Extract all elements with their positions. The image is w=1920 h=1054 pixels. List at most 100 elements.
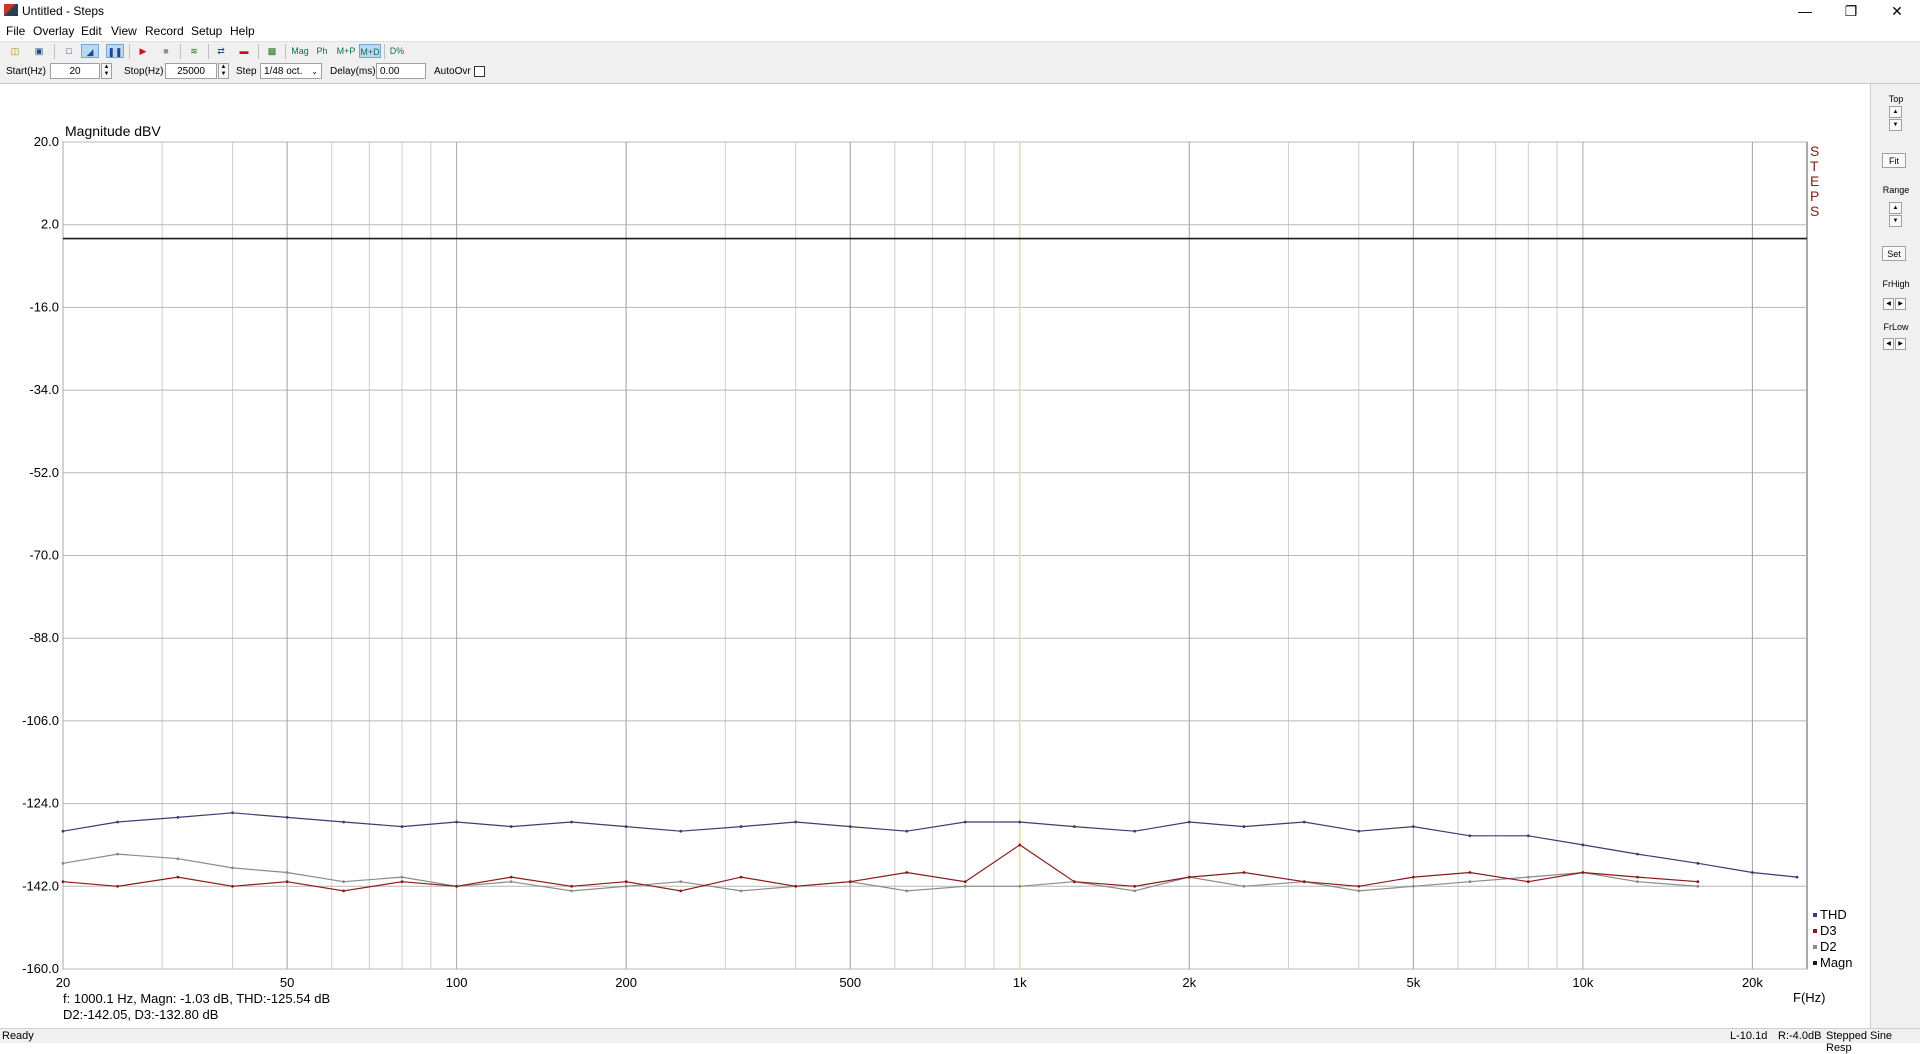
autoovr-checkbox[interactable]	[474, 66, 485, 77]
delay-input[interactable]: 0.00	[376, 63, 426, 79]
mag-distortion-button[interactable]: M+D	[359, 44, 381, 58]
sweep-icon[interactable]: ≋	[185, 44, 203, 58]
data-point-d3	[905, 871, 909, 874]
stop-spinner[interactable]: ▲ ▼	[218, 63, 229, 79]
data-point-thd	[61, 829, 65, 833]
data-point-d3	[61, 880, 65, 884]
play-icon[interactable]: ▶	[134, 44, 152, 58]
data-point-d2	[1018, 884, 1022, 888]
menu-overlay[interactable]: Overlay	[33, 24, 74, 38]
window-title: Untitled - Steps	[22, 4, 105, 18]
menu-help[interactable]: Help	[230, 24, 255, 38]
data-point-d3	[1072, 880, 1076, 884]
frhigh-left-button[interactable]: ◀	[1883, 298, 1894, 310]
x-tick-label: 200	[615, 975, 637, 990]
new-window-icon[interactable]: □	[60, 44, 78, 58]
data-point-d3	[1357, 884, 1361, 888]
data-point-thd	[848, 825, 852, 828]
frlow-left-button[interactable]: ◀	[1883, 338, 1894, 350]
step-value: 1/48 oct.	[264, 66, 303, 77]
right-panel: Top ▲ ▼ Fit Range ▲ ▼ Set FrHigh ◀ ▶ FrL…	[1870, 84, 1920, 1030]
open-folder-icon[interactable]: ◫	[6, 44, 24, 58]
x-tick-label: 10k	[1572, 975, 1593, 990]
step-label: Step	[236, 66, 257, 77]
y-tick-label: -160.0	[22, 961, 59, 976]
menu-setup[interactable]: Setup	[191, 24, 222, 38]
data-point-thd	[1357, 829, 1361, 833]
cursor-tool-icon[interactable]: ◢	[81, 44, 99, 58]
data-point-d2	[1357, 889, 1361, 893]
data-point-thd	[679, 829, 683, 833]
range-up-button[interactable]: ▲	[1889, 202, 1902, 214]
chart-area[interactable]: 20.0 2.0 -16.0 -34.0 -52.0 -70.0 -88.0 -106.0 -1…	[0, 84, 1870, 1030]
data-point-d3	[1581, 871, 1585, 874]
left-level: L-10.1d	[1730, 1030, 1768, 1042]
toolbar-separator	[180, 44, 181, 59]
data-point-thd	[1526, 834, 1530, 838]
start-spinner[interactable]: ▲ ▼	[101, 63, 112, 79]
menu-bar: File Overlay Edit View Record Setup Help	[0, 22, 1920, 41]
data-point-d3	[624, 880, 628, 884]
chart-title: Magnitude dBV	[65, 123, 161, 139]
menu-edit[interactable]: Edit	[81, 24, 102, 38]
mag-phase-button[interactable]: M+P	[334, 44, 358, 58]
data-point-thd	[342, 820, 346, 824]
data-point-thd	[231, 811, 234, 815]
minimize-icon[interactable]: —	[1782, 0, 1828, 22]
stop-input[interactable]: 25000	[165, 63, 217, 79]
title-bar: Untitled - Steps — ❐ ✕	[0, 0, 1920, 22]
brand-letter: T	[1810, 158, 1819, 174]
brand-letter: S	[1810, 143, 1819, 159]
save-icon[interactable]: ▣	[30, 44, 48, 58]
data-point-d2	[739, 889, 743, 893]
data-point-d2	[61, 861, 65, 865]
x-tick-label: 50	[280, 975, 294, 990]
legend-swatch-magn	[1813, 961, 1817, 965]
menu-file[interactable]: File	[6, 24, 25, 38]
data-point-d3	[455, 884, 459, 888]
data-point-thd	[1072, 825, 1076, 828]
y-tick-label: 2.0	[41, 217, 59, 232]
stop-icon[interactable]: ■	[157, 44, 175, 58]
set-button[interactable]: Set	[1882, 246, 1906, 261]
frhigh-right-button[interactable]: ▶	[1895, 298, 1906, 310]
step-select[interactable]: 1/48 oct. ⌄	[260, 63, 322, 79]
data-point-d3	[1468, 871, 1472, 874]
mag-button[interactable]: Mag	[289, 44, 311, 58]
data-point-d2	[624, 884, 628, 888]
top-down-button[interactable]: ▼	[1889, 119, 1902, 131]
restore-icon[interactable]: ❐	[1828, 0, 1874, 22]
x-tick-label: 1k	[1013, 975, 1027, 990]
data-point-thd	[739, 825, 743, 828]
scope-icon[interactable]: ▩	[263, 44, 281, 58]
legend-swatch-d2	[1813, 945, 1817, 949]
top-up-button[interactable]: ▲	[1889, 106, 1902, 118]
phase-button[interactable]: Ph	[313, 44, 331, 58]
frlow-right-button[interactable]: ▶	[1895, 338, 1906, 350]
mode-text: Stepped Sine Resp	[1826, 1030, 1893, 1054]
menu-record[interactable]: Record	[145, 24, 184, 38]
data-point-thd	[1242, 825, 1246, 828]
start-input[interactable]: 20	[50, 63, 100, 79]
data-point-d3	[570, 884, 573, 888]
data-point-d2	[116, 852, 119, 856]
y-tick-label: 20.0	[34, 134, 59, 149]
fit-button[interactable]: Fit	[1882, 153, 1906, 168]
pause-icon[interactable]: ❚❚	[106, 44, 124, 58]
menu-view[interactable]: View	[111, 24, 137, 38]
readout-line-1: f: 1000.1 Hz, Magn: -1.03 dB, THD:-125.5…	[63, 991, 330, 1006]
close-icon[interactable]: ✕	[1874, 0, 1920, 22]
data-point-d3	[1187, 875, 1191, 879]
range-label: Range	[1882, 185, 1910, 195]
range-down-button[interactable]: ▼	[1889, 215, 1902, 227]
magnitude-chart[interactable]: 20.0 2.0 -16.0 -34.0 -52.0 -70.0 -88.0 -106.0 -1…	[0, 84, 1870, 1030]
meter-icon[interactable]: ▬	[235, 44, 253, 58]
data-point-thd	[1795, 875, 1799, 879]
distortion-percent-button[interactable]: D%	[388, 44, 406, 58]
data-point-d3	[794, 884, 798, 888]
x-tick-label: 5k	[1407, 975, 1421, 990]
toolbar-separator	[54, 44, 55, 59]
generator-icon[interactable]: ⇄	[212, 44, 230, 58]
x-tick-label: 20	[56, 975, 70, 990]
data-point-d3	[509, 875, 513, 879]
